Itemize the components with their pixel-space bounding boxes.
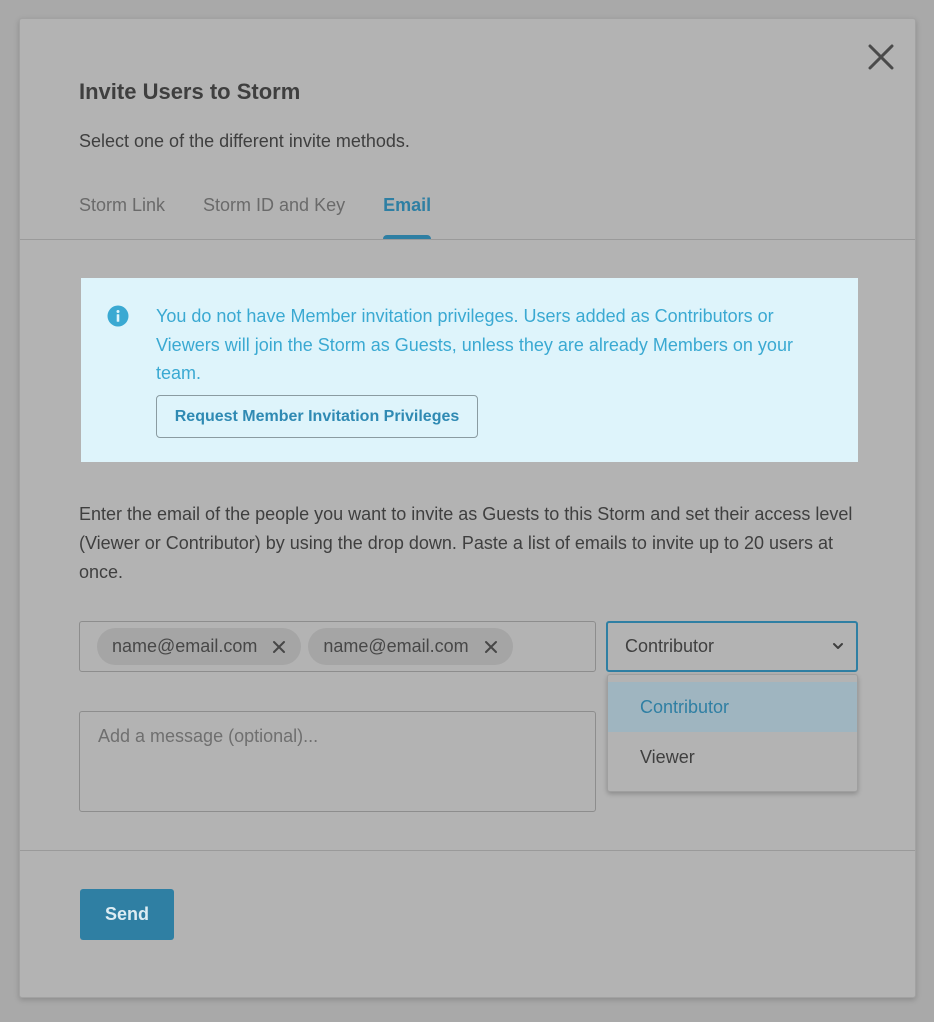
footer-divider [20, 850, 915, 851]
notice-text: You do not have Member invitation privil… [156, 306, 793, 383]
email-recipients-input[interactable]: name@email.com name@email.com [79, 621, 596, 672]
option-viewer[interactable]: Viewer [608, 732, 857, 782]
modal-title: Invite Users to Storm [79, 79, 301, 104]
email-chip-label: name@email.com [112, 636, 258, 656]
tab-storm-link[interactable]: Storm Link [79, 193, 165, 239]
remove-chip-icon[interactable] [483, 639, 499, 655]
invite-method-tabs: Storm Link Storm ID and Key Email [79, 193, 432, 240]
email-instructions: Enter the email of the people you want t… [79, 504, 853, 582]
tab-storm-id-and-key[interactable]: Storm ID and Key [203, 193, 345, 239]
request-privileges-button[interactable]: Request Member Invitation Privileges [156, 395, 478, 438]
access-level-select[interactable]: Contributor [606, 621, 858, 672]
send-button[interactable]: Send [80, 889, 174, 940]
info-icon [107, 305, 129, 327]
message-input[interactable] [79, 711, 596, 812]
privileges-notice: You do not have Member invitation privil… [81, 278, 858, 462]
email-chip-label: name@email.com [323, 636, 469, 656]
email-chip: name@email.com [97, 628, 302, 665]
chevron-down-icon [832, 641, 844, 651]
remove-chip-icon[interactable] [271, 639, 287, 655]
option-contributor[interactable]: Contributor [608, 682, 857, 732]
close-icon[interactable] [863, 39, 899, 75]
email-chip: name@email.com [308, 628, 513, 665]
tabs-divider [20, 239, 915, 240]
access-level-options: Contributor Viewer [607, 674, 858, 792]
access-level-value: Contributor [625, 636, 715, 656]
tab-email[interactable]: Email [383, 193, 432, 240]
invite-modal: Invite Users to Storm Select one of the … [19, 18, 916, 998]
modal-subtitle: Select one of the different invite metho… [79, 131, 410, 151]
